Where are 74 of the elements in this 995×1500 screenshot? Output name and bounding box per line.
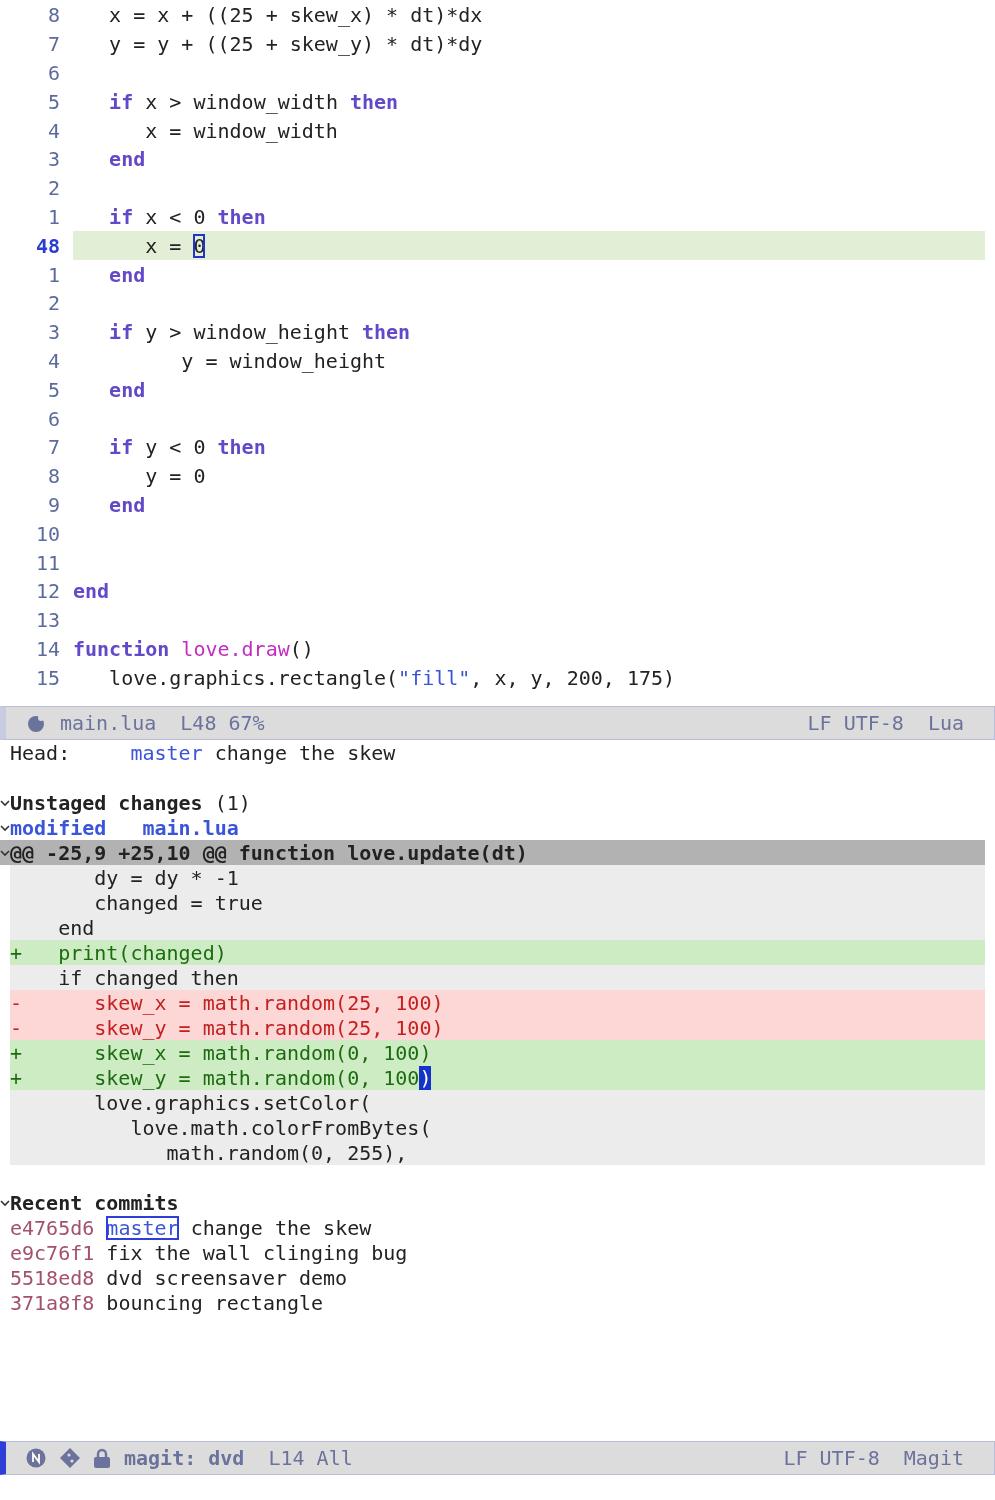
code-line: end <box>108 146 147 174</box>
code-line: if y > window_height then <box>108 319 412 347</box>
code-line: x = x + ((25 + skew_x) * dt)*dx <box>108 2 484 30</box>
moon-icon <box>26 713 46 733</box>
code-line: if y < 0 then <box>108 434 267 462</box>
branch-name[interactable]: master <box>106 1215 179 1240</box>
caret-icon[interactable] <box>0 847 10 858</box>
line-number: 12 <box>34 579 60 604</box>
commit-message: change the skew <box>214 740 396 765</box>
code-line: if x < 0 then <box>108 203 267 231</box>
commit-message: fix the wall clinging bug <box>106 1240 408 1265</box>
code-line: love.graphics.rectangle("fill", x, y, 200, 175) <box>108 664 677 692</box>
code-line: if x > window_width then <box>108 88 400 116</box>
line-number: 1 <box>46 204 60 229</box>
caret-icon[interactable] <box>0 822 10 833</box>
major-mode: Magit <box>903 1446 964 1470</box>
line-number: 8 <box>46 464 60 489</box>
file-status[interactable]: modified <box>10 815 107 840</box>
code-line: y = 0 <box>144 463 207 491</box>
line-number: 4 <box>46 118 60 143</box>
commit-hash[interactable]: 371a8f8 <box>10 1290 95 1315</box>
caret-icon[interactable] <box>0 797 10 808</box>
branch-name: master <box>130 740 203 765</box>
code-line: end <box>108 491 147 519</box>
lock-icon <box>94 1448 110 1468</box>
head-label: Head: <box>10 740 71 765</box>
line-number: 48 <box>34 233 60 258</box>
code-line: end <box>73 578 111 606</box>
buffer-name: main.lua <box>60 711 157 735</box>
n-badge-icon <box>26 1448 46 1468</box>
section-heading[interactable]: Recent commits <box>10 1190 179 1215</box>
change-count: (1) <box>214 790 251 815</box>
line-number: 3 <box>46 147 60 172</box>
line-number: 5 <box>46 89 60 114</box>
code-line: end <box>108 376 147 404</box>
encoding-label: LF UTF-8 <box>807 711 904 735</box>
line-number: 1 <box>46 262 60 287</box>
line-number: 6 <box>46 61 60 85</box>
code-line: end <box>108 261 147 289</box>
cursor-position: L48 67% <box>180 711 265 735</box>
code-line: x = window_width <box>144 117 339 145</box>
encoding-label: LF UTF-8 <box>783 1446 880 1470</box>
line-number: 4 <box>46 348 60 373</box>
code-line: y = y + ((25 + skew_y) * dt)*dy <box>108 31 484 59</box>
major-mode: Lua <box>927 711 964 735</box>
line-number: 2 <box>46 291 60 316</box>
code-line: function love.draw() <box>73 635 315 663</box>
cursor-position: L14 All <box>268 1446 353 1470</box>
line-number: 14 <box>34 636 60 661</box>
file-name[interactable]: main.lua <box>142 815 239 840</box>
commit-hash[interactable]: 5518ed8 <box>10 1265 95 1290</box>
line-number: 13 <box>34 608 60 633</box>
line-number: 8 <box>46 3 60 28</box>
line-number: 15 <box>34 665 60 690</box>
line-number: 3 <box>46 320 60 345</box>
commit-message: bouncing rectangle <box>106 1290 324 1315</box>
section-heading[interactable]: Unstaged changes <box>10 790 203 815</box>
line-number: 11 <box>34 550 60 575</box>
line-number: 7 <box>46 32 60 57</box>
code-line: y = window_height <box>180 347 388 375</box>
line-number: 7 <box>46 435 60 460</box>
buffer-name: magit: dvd <box>124 1446 245 1470</box>
hunk-header[interactable]: @@ -25,9 +25,10 @@ function love.update(dt) <box>0 840 985 865</box>
git-icon <box>60 1448 80 1468</box>
line-number: 6 <box>46 406 60 431</box>
commit-message: dvd screensaver demo <box>106 1265 348 1290</box>
caret-icon[interactable] <box>0 1197 10 1208</box>
line-number: 9 <box>46 492 60 517</box>
line-number: 2 <box>46 176 60 201</box>
line-number: 10 <box>34 521 60 546</box>
commit-hash[interactable]: e9c76f1 <box>10 1240 95 1265</box>
line-number: 5 <box>46 377 60 402</box>
commit-message: change the skew <box>190 1215 372 1240</box>
commit-hash[interactable]: e4765d6 <box>10 1215 95 1240</box>
